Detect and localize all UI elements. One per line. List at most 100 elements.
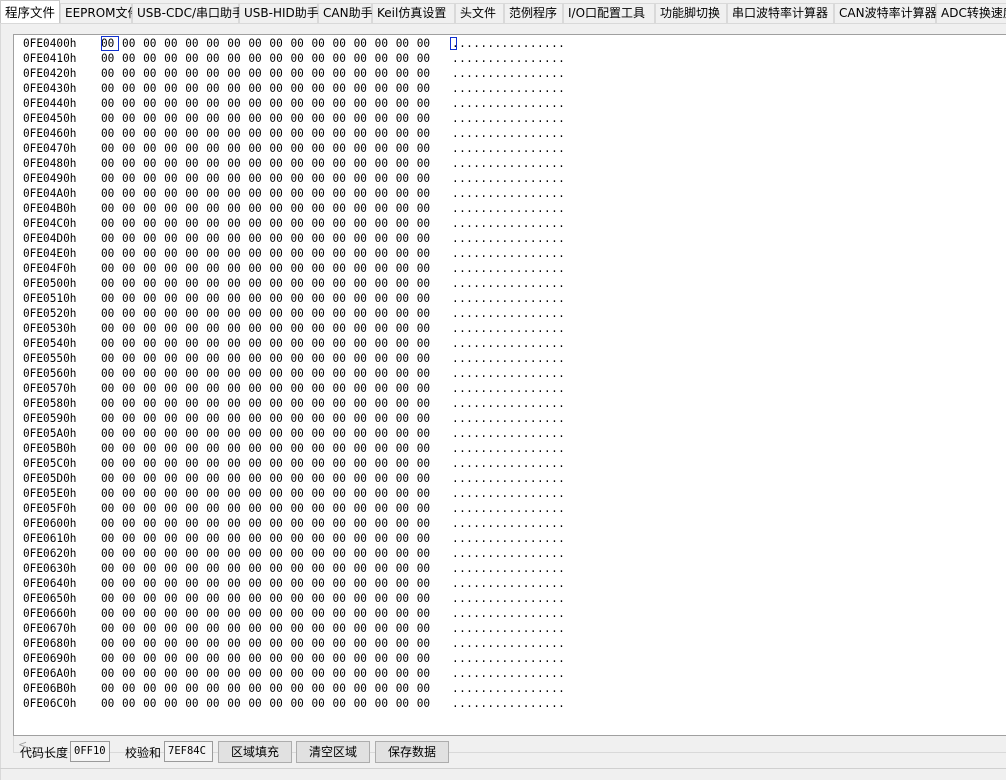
- hex-byte[interactable]: 00: [290, 276, 308, 291]
- hex-byte[interactable]: 00: [290, 381, 308, 396]
- hex-byte[interactable]: 00: [417, 471, 435, 486]
- hex-ascii[interactable]: ................: [452, 306, 565, 321]
- hex-ascii[interactable]: ................: [452, 396, 565, 411]
- hex-byte[interactable]: 00: [227, 126, 245, 141]
- hex-byte[interactable]: 00: [122, 591, 140, 606]
- hex-byte[interactable]: 00: [185, 681, 203, 696]
- hex-byte[interactable]: 00: [375, 321, 393, 336]
- hex-byte[interactable]: 00: [417, 201, 435, 216]
- hex-byte[interactable]: 00: [312, 381, 330, 396]
- hex-byte[interactable]: 00: [417, 696, 435, 711]
- hex-byte[interactable]: 00: [122, 141, 140, 156]
- hex-byte[interactable]: 00: [333, 276, 351, 291]
- hex-byte[interactable]: 00: [143, 216, 161, 231]
- hex-byte[interactable]: 00: [164, 291, 182, 306]
- hex-byte[interactable]: 00: [248, 111, 266, 126]
- hex-byte[interactable]: 00: [333, 606, 351, 621]
- hex-byte[interactable]: 00: [101, 366, 119, 381]
- hex-ascii[interactable]: ................: [452, 561, 565, 576]
- hex-byte[interactable]: 00: [248, 411, 266, 426]
- hex-byte[interactable]: 00: [122, 696, 140, 711]
- hex-byte[interactable]: 00: [354, 306, 372, 321]
- hex-byte[interactable]: 00: [122, 531, 140, 546]
- hex-byte[interactable]: 00: [269, 606, 287, 621]
- hex-byte[interactable]: 00: [396, 66, 414, 81]
- hex-byte[interactable]: 00: [185, 456, 203, 471]
- hex-byte[interactable]: 00: [375, 126, 393, 141]
- hex-byte[interactable]: 00: [396, 666, 414, 681]
- hex-byte[interactable]: 00: [269, 246, 287, 261]
- hex-byte[interactable]: 00: [354, 51, 372, 66]
- hex-byte[interactable]: 00: [185, 171, 203, 186]
- hex-byte[interactable]: 00: [101, 681, 119, 696]
- hex-byte[interactable]: 00: [354, 696, 372, 711]
- hex-byte[interactable]: 00: [333, 246, 351, 261]
- hex-byte[interactable]: 00: [122, 246, 140, 261]
- hex-byte[interactable]: 00: [206, 576, 224, 591]
- hex-byte[interactable]: 00: [122, 441, 140, 456]
- hex-byte[interactable]: 00: [185, 606, 203, 621]
- hex-byte[interactable]: 00: [269, 141, 287, 156]
- hex-byte[interactable]: 00: [354, 516, 372, 531]
- hex-byte[interactable]: 00: [396, 126, 414, 141]
- hex-byte[interactable]: 00: [101, 441, 119, 456]
- hex-byte[interactable]: 00: [417, 291, 435, 306]
- hex-byte[interactable]: 00: [248, 81, 266, 96]
- hex-byte[interactable]: 00: [227, 501, 245, 516]
- hex-byte[interactable]: 00: [164, 36, 182, 51]
- hex-byte[interactable]: 00: [248, 171, 266, 186]
- hex-byte[interactable]: 00: [290, 516, 308, 531]
- hex-byte[interactable]: 00: [101, 36, 119, 51]
- hex-byte[interactable]: 00: [248, 336, 266, 351]
- hex-byte[interactable]: 00: [354, 231, 372, 246]
- hex-byte[interactable]: 00: [248, 681, 266, 696]
- hex-byte[interactable]: 00: [164, 666, 182, 681]
- hex-byte[interactable]: 00: [269, 66, 287, 81]
- hex-ascii[interactable]: ................: [452, 186, 565, 201]
- hex-byte[interactable]: 00: [143, 531, 161, 546]
- hex-byte[interactable]: 00: [227, 201, 245, 216]
- hex-byte[interactable]: 00: [143, 141, 161, 156]
- hex-ascii[interactable]: ................: [452, 636, 565, 651]
- hex-byte[interactable]: 00: [375, 636, 393, 651]
- hex-byte[interactable]: 00: [206, 171, 224, 186]
- tab-2[interactable]: EEPROM文件: [60, 3, 140, 23]
- hex-byte[interactable]: 00: [122, 51, 140, 66]
- hex-byte[interactable]: 00: [248, 516, 266, 531]
- hex-byte[interactable]: 00: [354, 66, 372, 81]
- hex-byte[interactable]: 00: [375, 261, 393, 276]
- hex-byte[interactable]: 00: [354, 501, 372, 516]
- hex-byte[interactable]: 00: [269, 261, 287, 276]
- hex-byte[interactable]: 00: [375, 501, 393, 516]
- hex-ascii[interactable]: ................: [452, 576, 565, 591]
- hex-byte[interactable]: 00: [312, 81, 330, 96]
- hex-byte[interactable]: 00: [333, 171, 351, 186]
- hex-byte[interactable]: 00: [248, 351, 266, 366]
- hex-byte[interactable]: 00: [312, 576, 330, 591]
- hex-ascii[interactable]: ................: [452, 291, 565, 306]
- hex-byte[interactable]: 00: [227, 636, 245, 651]
- hex-byte[interactable]: 00: [164, 561, 182, 576]
- hex-byte[interactable]: 00: [354, 171, 372, 186]
- hex-byte[interactable]: 00: [143, 546, 161, 561]
- hex-byte[interactable]: 00: [101, 51, 119, 66]
- hex-byte[interactable]: 00: [333, 111, 351, 126]
- hex-ascii[interactable]: ................: [452, 261, 565, 276]
- hex-byte[interactable]: 00: [375, 66, 393, 81]
- hex-byte[interactable]: 00: [269, 396, 287, 411]
- hex-byte[interactable]: 00: [248, 576, 266, 591]
- hex-ascii[interactable]: ................: [452, 696, 565, 711]
- hex-byte[interactable]: 00: [417, 66, 435, 81]
- hex-byte[interactable]: 00: [164, 231, 182, 246]
- hex-byte[interactable]: 00: [101, 396, 119, 411]
- hex-ascii[interactable]: ................: [452, 366, 565, 381]
- hex-byte[interactable]: 00: [185, 576, 203, 591]
- hex-byte[interactable]: 00: [206, 531, 224, 546]
- hex-byte[interactable]: 00: [354, 276, 372, 291]
- tab-3[interactable]: USB-CDC/串口助手: [132, 3, 244, 23]
- hex-byte[interactable]: 00: [269, 36, 287, 51]
- hex-byte[interactable]: 00: [143, 51, 161, 66]
- hex-ascii[interactable]: ................: [452, 276, 565, 291]
- hex-byte[interactable]: 00: [185, 381, 203, 396]
- hex-byte[interactable]: 00: [396, 336, 414, 351]
